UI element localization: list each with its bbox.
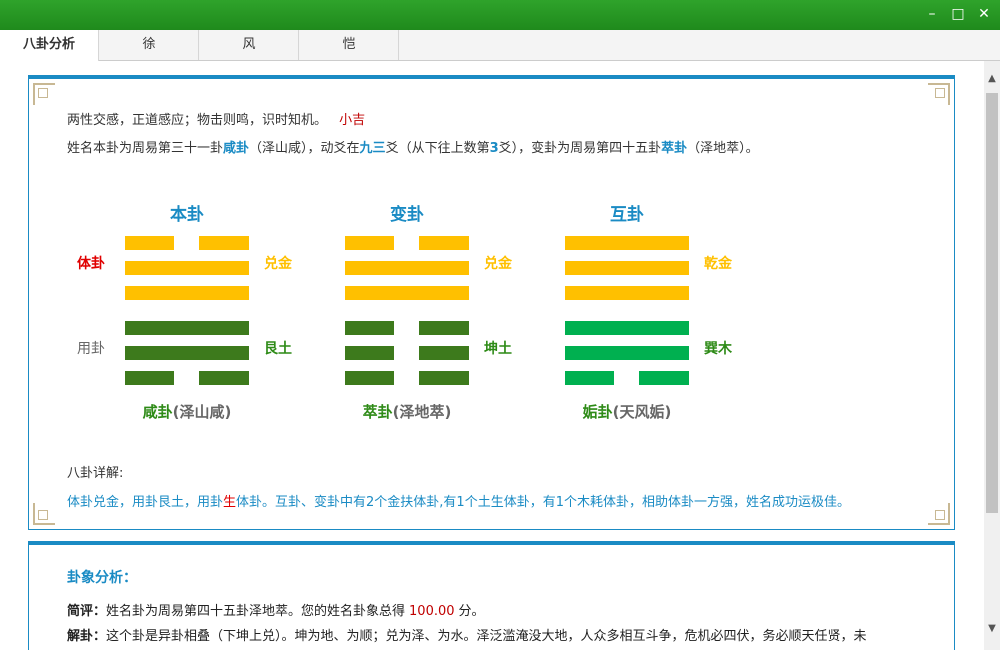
yin-line-segment [419, 371, 469, 385]
yin-line-segment [345, 321, 394, 335]
guaxiang-heading: 卦象分析： [67, 570, 137, 586]
yang-line [125, 286, 249, 300]
yang-line [125, 346, 249, 360]
yang-line [345, 261, 469, 275]
corner-ornament [928, 503, 950, 525]
yang-line [565, 261, 689, 275]
lower-trigram-label: 艮土 [264, 341, 292, 357]
jianping-line: 简评：姓名卦为周易第四十五卦泽地萃。您的姓名卦象总得 100.00 分。 [67, 600, 485, 619]
hexagram-name-text: 姤卦 [582, 403, 613, 421]
upper-trigram-label: 兑金 [484, 256, 512, 272]
ti-gua-label: 体卦 [77, 256, 105, 272]
corner-ornament [33, 503, 55, 525]
hexagram-title: 互卦 [610, 205, 644, 225]
window-titlebar: – □ ✕ [0, 0, 1000, 30]
yin-line-segment [639, 371, 689, 385]
yang-line [125, 321, 249, 335]
hexagram-full-name: (泽地萃) [392, 403, 452, 421]
summary-text: 两性交感，正道感应；物击则鸣，识时知机。 [67, 113, 328, 128]
tab-bagua-analysis[interactable]: 八卦分析 [0, 30, 99, 61]
vertical-scrollbar[interactable]: ▲ ▼ [984, 61, 1000, 650]
desc-gua-name: 咸卦 [223, 141, 250, 156]
detail-text-part: 体卦。互卦、变卦中有2个金扶体卦,有1个土生体卦，有1个木耗体卦，相助体卦一方强… [236, 495, 850, 510]
desc-text: 爻），变卦为周易第四十五卦 [498, 141, 662, 156]
lower-trigram-label: 坤土 [484, 341, 512, 357]
bagua-panel: 两性交感，正道感应；物击则鸣，识时知机。 小吉 姓名本卦为周易第三十一卦咸卦（泽… [28, 75, 955, 530]
yang-line [565, 286, 689, 300]
tab-char-2[interactable]: 风 [200, 30, 299, 60]
yin-line-segment [565, 371, 614, 385]
yin-line-segment [345, 236, 394, 250]
description-line: 姓名本卦为周易第三十一卦咸卦（泽山咸），动爻在九三爻（从下往上数第3爻），变卦为… [67, 137, 759, 156]
guaxiang-panel: 卦象分析： 简评：姓名卦为周易第四十五卦泽地萃。您的姓名卦象总得 100.00 分。… [28, 541, 955, 650]
jianping-label: 简评： [67, 604, 107, 619]
scroll-thumb[interactable] [986, 93, 998, 513]
corner-ornament [33, 83, 55, 105]
yin-line-segment [199, 371, 249, 385]
scroll-up-icon[interactable]: ▲ [984, 73, 1000, 84]
yin-line-segment [125, 236, 174, 250]
close-button[interactable]: ✕ [973, 4, 995, 24]
corner-ornament [928, 83, 950, 105]
hexagram-full-name: (泽山咸) [172, 403, 232, 421]
yin-line-segment [419, 236, 469, 250]
desc-text: （泽山咸），动爻在 [249, 141, 360, 156]
jiegua-line: 解卦：这个卦是异卦相叠（下坤上兑）。坤为地、为顺；兑为泽、为水。泽泛滥淹没大地，… [67, 625, 867, 644]
hexagram-name: 咸卦(泽山咸) [97, 401, 277, 422]
yang-line [125, 261, 249, 275]
hexagram-name-text: 咸卦 [142, 403, 173, 421]
yin-line-segment [419, 321, 469, 335]
yin-line-segment [345, 346, 394, 360]
detail-text-part: 体卦兑金，用卦艮土，用卦 [67, 495, 224, 510]
desc-gua-name: 萃卦 [661, 141, 688, 156]
yin-line-segment [199, 236, 249, 250]
summary-line: 两性交感，正道感应；物击则鸣，识时知机。 小吉 [67, 109, 365, 128]
hexagram-title: 本卦 [170, 205, 204, 225]
hexagram-full-name: (天风姤) [612, 403, 672, 421]
tab-bar: 八卦分析 徐 风 恺 [0, 30, 1000, 61]
fortune-badge: 小吉 [339, 113, 366, 128]
yang-line [345, 286, 469, 300]
jiegua-label: 解卦： [67, 629, 107, 644]
tab-char-1[interactable]: 徐 [100, 30, 199, 60]
hexagram-name: 萃卦(泽地萃) [317, 401, 497, 422]
detail-text: 体卦兑金，用卦艮土，用卦生体卦。互卦、变卦中有2个金扶体卦,有1个土生体卦，有1… [67, 491, 850, 510]
desc-yao-number: 3 [489, 141, 499, 156]
detail-sheng: 生 [223, 495, 237, 510]
minimize-button[interactable]: – [921, 4, 943, 24]
hexagram-title: 变卦 [390, 205, 424, 225]
yin-line-segment [419, 346, 469, 360]
upper-trigram-label: 乾金 [704, 256, 732, 272]
lower-trigram-label: 巽木 [704, 341, 732, 357]
desc-yao: 九三 [359, 141, 386, 156]
score-unit: 分。 [458, 604, 485, 619]
desc-text: 爻（从下往上数第 [385, 141, 490, 156]
upper-trigram-label: 兑金 [264, 256, 292, 272]
desc-text: （泽地萃）。 [687, 141, 759, 156]
desc-text: 姓名本卦为周易第三十一卦 [67, 141, 224, 156]
content-area: 两性交感，正道感应；物击则鸣，识时知机。 小吉 姓名本卦为周易第三十一卦咸卦（泽… [0, 61, 984, 650]
maximize-button[interactable]: □ [947, 4, 969, 24]
yin-line-segment [345, 371, 394, 385]
yang-line [565, 236, 689, 250]
jiegua-text: 这个卦是异卦相叠（下坤上兑）。坤为地、为顺；兑为泽、为水。泽泛滥淹没大地，人众多… [106, 629, 867, 644]
jianping-text: 姓名卦为周易第四十五卦泽地萃。您的姓名卦象总得 [106, 604, 406, 619]
hexagram-name-text: 萃卦 [362, 403, 393, 421]
hexagram-name: 姤卦(天风姤) [537, 401, 717, 422]
yong-gua-label: 用卦 [77, 341, 105, 357]
yang-line [565, 346, 689, 360]
yin-line-segment [125, 371, 174, 385]
scroll-down-icon[interactable]: ▼ [984, 623, 1000, 634]
tab-char-3[interactable]: 恺 [300, 30, 399, 60]
score-value: 100.00 [409, 604, 455, 619]
yang-line [565, 321, 689, 335]
detail-heading: 八卦详解: [67, 466, 124, 481]
